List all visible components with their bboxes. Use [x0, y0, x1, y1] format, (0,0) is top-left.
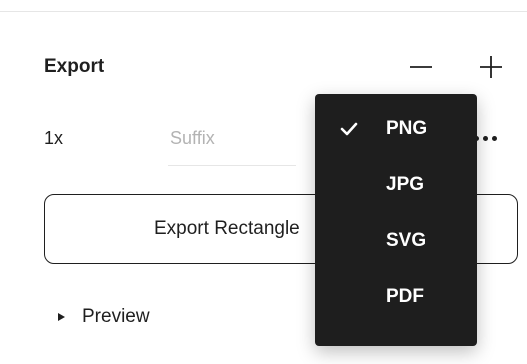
add-export-button[interactable] — [474, 50, 508, 84]
menu-item-png[interactable]: PNG — [315, 114, 477, 170]
more-dots-icon — [483, 135, 488, 141]
export-section-title: Export — [44, 56, 105, 77]
caret-right-icon — [58, 313, 65, 321]
plus-icon — [480, 56, 502, 78]
more-dots-icon — [492, 135, 497, 141]
format-dropdown-menu: PNG JPG SVG PDF — [315, 94, 477, 346]
scale-select[interactable]: 1x — [44, 128, 63, 149]
remove-export-button[interactable] — [404, 50, 438, 84]
minus-icon — [410, 66, 432, 68]
menu-item-label: PNG — [386, 118, 428, 139]
top-divider — [0, 11, 527, 12]
menu-item-svg[interactable]: SVG — [315, 226, 477, 282]
menu-item-label: SVG — [386, 230, 427, 251]
menu-item-pdf[interactable]: PDF — [315, 282, 477, 338]
menu-item-label: PDF — [386, 286, 424, 307]
checkmark-icon — [340, 122, 358, 136]
menu-item-label: JPG — [386, 174, 425, 195]
menu-item-jpg[interactable]: JPG — [315, 170, 477, 226]
suffix-input[interactable] — [168, 120, 296, 166]
preview-label: Preview — [82, 306, 150, 327]
more-options-button[interactable] — [474, 128, 518, 148]
preview-toggle[interactable]: Preview — [44, 306, 150, 328]
